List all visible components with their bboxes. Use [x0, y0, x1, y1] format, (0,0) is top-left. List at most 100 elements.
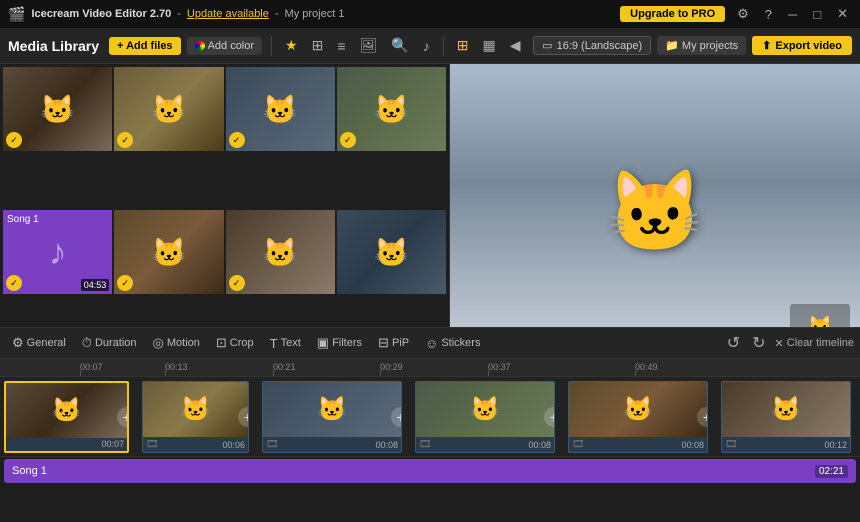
close-btn[interactable]: ✕: [833, 6, 852, 22]
cat-image-7: 🐱: [337, 210, 446, 294]
track-clip-6[interactable]: 🐱 🎞 00:12: [721, 381, 851, 453]
media-grid: 🐱 ✓ 🐱 ✓ 🐱 ✓ 🐱 ✓ Song 1 ♪ ✓ 04:53: [0, 64, 449, 354]
duration-tool[interactable]: ⏱ Duration: [76, 333, 143, 353]
song-track-time: 02:21: [815, 465, 848, 478]
upgrade-btn[interactable]: Upgrade to PRO: [620, 6, 725, 22]
ruler-line-1: [80, 370, 81, 376]
image-icon[interactable]: 🖼: [356, 35, 382, 56]
filters-tool[interactable]: ▣ Filters: [311, 333, 368, 353]
clip-thumb-2: 🐱: [143, 382, 248, 437]
track-clip-3[interactable]: 🐱 🎞 00:08 +: [262, 381, 402, 453]
text-tool[interactable]: T Text: [264, 334, 307, 353]
media-thumb[interactable]: 🐱 ✓: [3, 67, 112, 151]
media-thumb[interactable]: 🐱 ✓: [114, 210, 223, 294]
edit-toolbar: ⚙ General ⏱ Duration ◎ Motion ⊡ Crop T T…: [0, 327, 860, 359]
clip-thumb-3: 🐱: [263, 382, 401, 437]
sticker-icon: ☺: [425, 336, 438, 351]
title-bar-left: 🎬 Icecream Video Editor 2.70 - Update av…: [8, 6, 344, 23]
crop-tool[interactable]: ⊡ Crop: [210, 333, 260, 353]
toolbar-divider-1: [271, 36, 272, 56]
ruler-mark-2: 00:13: [165, 362, 188, 372]
folder-icon: 📁: [665, 39, 679, 52]
film-icon-6: 🎞: [725, 439, 738, 450]
check-mark-7: ✓: [229, 275, 245, 291]
clip-duration-6: 00:12: [824, 440, 847, 450]
aspect-ratio-btn[interactable]: ▭ 16:9 (Landscape): [533, 36, 651, 55]
export-icon: ⬆: [762, 39, 771, 52]
add-color-btn[interactable]: Add color: [187, 37, 262, 55]
edit-toolbar-right: ↺ ↻ ✕ Clear timeline: [724, 333, 854, 353]
ruler-mark-4: 00:29: [380, 362, 403, 372]
list-view-btn[interactable]: ≡: [333, 36, 349, 56]
film-icon-2: 🎞: [146, 439, 159, 450]
film-icon-3: 🎞: [266, 439, 279, 450]
pip-icon: ⊟: [378, 335, 389, 351]
help-icon[interactable]: ?: [761, 7, 776, 22]
track-clip-4[interactable]: 🐱 🎞 00:08 +: [415, 381, 555, 453]
track-clip-2[interactable]: 🐱 🎞 00:06 +: [142, 381, 249, 453]
redo-btn[interactable]: ↻: [749, 333, 768, 353]
song-thumb[interactable]: Song 1 ♪ ✓ 04:53: [3, 210, 112, 294]
ruler-mark-3: 00:21: [273, 362, 296, 372]
bottom-area: ⚙ General ⏱ Duration ◎ Motion ⊡ Crop T T…: [0, 327, 860, 522]
media-thumb[interactable]: 🐱 ✓: [114, 67, 223, 151]
media-thumb[interactable]: 🐱 ✓: [226, 67, 335, 151]
ruler-line-6: [635, 370, 636, 376]
check-mark-3: ✓: [229, 132, 245, 148]
ruler-line-5: [488, 370, 489, 376]
search-icon[interactable]: 🔍: [387, 35, 412, 56]
pip-tool[interactable]: ⊟ PiP: [372, 333, 415, 353]
clip-duration-2: 00:06: [222, 440, 245, 450]
motion-tool[interactable]: ◎ Motion: [147, 333, 206, 353]
video-preview: 🐱 🐱: [450, 64, 860, 359]
text-icon: T: [270, 336, 278, 351]
minimize-btn[interactable]: ─: [784, 7, 801, 22]
favorites-icon[interactable]: ★: [281, 35, 302, 56]
aspect-icon: ▭: [542, 39, 552, 52]
media-thumb[interactable]: 🐱 ✓: [226, 210, 335, 294]
gear-icon: ⚙: [12, 335, 24, 351]
grid-2-icon[interactable]: ▦: [478, 35, 499, 56]
ruler-mark-5: 00:37: [488, 362, 511, 372]
ruler-line-3: [273, 370, 274, 376]
general-tool[interactable]: ⚙ General: [6, 333, 72, 353]
toolbar: Media Library + Add files Add color ★ ⊞ …: [0, 28, 860, 64]
motion-icon: ◎: [153, 335, 164, 351]
clip-duration-4: 00:08: [528, 440, 551, 450]
update-link[interactable]: Update available: [187, 8, 269, 20]
music-icon[interactable]: ♪: [419, 36, 434, 56]
timeline-ruler: 00:07 00:13 00:21 00:29 00:37 00:49: [0, 359, 860, 377]
media-thumb[interactable]: 🐱 ✓: [337, 67, 446, 151]
clock-icon: ⏱: [82, 335, 92, 351]
clip-duration-3: 00:08: [375, 440, 398, 450]
song-track: Song 1 02:21: [4, 459, 856, 483]
track-clip-1[interactable]: 🐱 00:07 +: [4, 381, 129, 453]
maximize-btn[interactable]: □: [809, 7, 825, 22]
ruler-line-4: [380, 370, 381, 376]
toolbar-divider-2: [443, 36, 444, 56]
clear-timeline-btn[interactable]: ✕ Clear timeline: [775, 337, 854, 350]
update-separator: -: [177, 8, 181, 20]
grid-view-btn[interactable]: ⊞: [308, 35, 328, 56]
project-name: My project 1: [285, 8, 345, 20]
media-library-title: Media Library: [8, 38, 99, 54]
add-files-btn[interactable]: + Add files: [109, 37, 181, 55]
undo-btn[interactable]: ↺: [724, 333, 743, 353]
grid-4-icon[interactable]: ⊞: [453, 35, 473, 56]
clip-thumb-5: 🐱: [569, 382, 707, 437]
check-mark-5: ✓: [6, 275, 22, 291]
my-projects-btn[interactable]: 📁 My projects: [657, 36, 746, 55]
settings-icon[interactable]: ⚙: [733, 6, 753, 22]
title-bar-right: Upgrade to PRO ⚙ ? ─ □ ✕: [620, 6, 852, 22]
music-note-icon: ♪: [49, 231, 67, 273]
clip-thumb-4: 🐱: [416, 382, 554, 437]
film-icon-5: 🎞: [572, 439, 585, 450]
export-video-btn[interactable]: ⬆ Export video: [752, 36, 852, 55]
ruler-mark-1: 00:07: [80, 362, 103, 372]
song-label: Song 1: [7, 214, 39, 225]
track-clip-5[interactable]: 🐱 🎞 00:08 +: [568, 381, 708, 453]
color-circle-icon: [195, 41, 205, 51]
media-thumb[interactable]: 🐱: [337, 210, 446, 294]
collapse-icon[interactable]: ◀: [506, 35, 525, 56]
stickers-tool[interactable]: ☺ Stickers: [419, 334, 486, 353]
